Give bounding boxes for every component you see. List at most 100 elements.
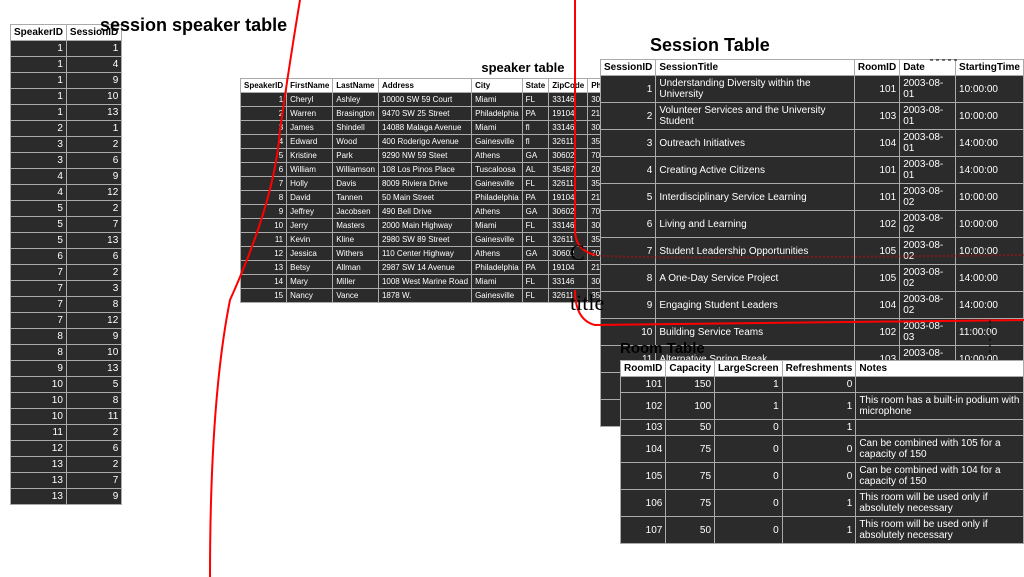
table-cell: 15 bbox=[241, 289, 287, 303]
table-cell: Edward bbox=[287, 135, 333, 149]
table-cell: William bbox=[287, 163, 333, 177]
table-row: 4Creating Active Citizens1012003-08-0114… bbox=[601, 157, 1024, 184]
table-cell: 7 bbox=[11, 281, 67, 297]
table-cell: Kline bbox=[333, 233, 379, 247]
table-cell: 1878 W. bbox=[378, 289, 471, 303]
table-cell: 4 bbox=[11, 185, 67, 201]
table-cell: 5 bbox=[11, 201, 67, 217]
table-cell: 2003-08-01 bbox=[900, 130, 956, 157]
table-cell: 33146 bbox=[549, 93, 588, 107]
room-table: RoomIDCapacityLargeScreenRefreshmentsNot… bbox=[620, 360, 1024, 544]
table-cell: 6 bbox=[601, 211, 656, 238]
table-cell: 14:00:00 bbox=[956, 157, 1024, 184]
table-cell: 6 bbox=[241, 163, 287, 177]
table-cell: 2 bbox=[66, 137, 121, 153]
table-cell: Warren bbox=[287, 107, 333, 121]
table-cell: Allman bbox=[333, 261, 379, 275]
table-cell: 32611 bbox=[549, 177, 588, 191]
table-cell: 9 bbox=[66, 169, 121, 185]
table-cell: Philadelphia bbox=[472, 261, 523, 275]
column-header: Address bbox=[378, 79, 471, 93]
table-cell: Student Leadership Opportunities bbox=[656, 238, 854, 265]
table-cell: 8 bbox=[11, 329, 67, 345]
table-cell: Shindell bbox=[333, 121, 379, 135]
table-cell: 2 bbox=[66, 425, 121, 441]
table-row: 126 bbox=[11, 441, 122, 457]
table-cell: 9290 NW 59 Steet bbox=[378, 149, 471, 163]
table-row: 57 bbox=[11, 217, 122, 233]
table-cell: PA bbox=[522, 107, 549, 121]
table-cell: Athens bbox=[472, 247, 523, 261]
column-header: City bbox=[472, 79, 523, 93]
table-cell: 11 bbox=[241, 233, 287, 247]
table-cell: 5 bbox=[11, 217, 67, 233]
table-cell: 1 bbox=[782, 393, 856, 420]
table-cell: 14:00:00 bbox=[956, 130, 1024, 157]
table-cell: 0 bbox=[715, 436, 783, 463]
table-cell: FL bbox=[522, 93, 549, 107]
session-speaker-table: SpeakerIDSessionID 111419110113213236494… bbox=[10, 24, 122, 505]
table-cell: 2 bbox=[11, 121, 67, 137]
table-cell: Philadelphia bbox=[472, 191, 523, 205]
table-cell: 7 bbox=[11, 297, 67, 313]
session-speaker-title: session speaker table bbox=[100, 15, 300, 36]
table-cell: 14088 Malaga Avenue bbox=[378, 121, 471, 135]
table-cell: Philadelphia bbox=[472, 107, 523, 121]
table-cell: 7 bbox=[601, 238, 656, 265]
table-row: 810 bbox=[11, 345, 122, 361]
table-cell: 13 bbox=[11, 473, 67, 489]
table-cell: Tannen bbox=[333, 191, 379, 205]
table-cell: 10 bbox=[11, 409, 67, 425]
table-cell: PA bbox=[522, 191, 549, 205]
column-header: Date bbox=[900, 60, 956, 76]
table-cell: 103 bbox=[621, 420, 666, 436]
table-cell: 1 bbox=[782, 517, 856, 544]
table-cell: 7 bbox=[241, 177, 287, 191]
room-title: Room Table bbox=[620, 340, 1024, 357]
table-cell: Gainesville bbox=[472, 289, 523, 303]
table-cell: This room has a built-in podium with mic… bbox=[856, 393, 1024, 420]
table-cell: 10 bbox=[11, 377, 67, 393]
table-cell: 50 bbox=[666, 420, 715, 436]
table-cell: Can be combined with 104 for a capacity … bbox=[856, 463, 1024, 490]
table-row: 139 bbox=[11, 489, 122, 505]
column-header: LargeScreen bbox=[715, 361, 783, 377]
table-cell: Miami bbox=[472, 275, 523, 289]
table-cell: 3 bbox=[11, 137, 67, 153]
table-cell: 75 bbox=[666, 490, 715, 517]
table-cell: 11 bbox=[11, 425, 67, 441]
table-cell: 101 bbox=[854, 184, 899, 211]
column-header: ZipCode bbox=[549, 79, 588, 93]
table-row: 1035001 bbox=[621, 420, 1024, 436]
table-row: 8A One-Day Service Project1052003-08-021… bbox=[601, 265, 1024, 292]
table-cell: 10 bbox=[11, 393, 67, 409]
table-cell: 50 Main Street bbox=[378, 191, 471, 205]
table-cell: 13 bbox=[11, 457, 67, 473]
table-cell: 8 bbox=[241, 191, 287, 205]
table-cell: 2 bbox=[241, 107, 287, 121]
table-cell: Kristine bbox=[287, 149, 333, 163]
table-cell: 3 bbox=[66, 281, 121, 297]
table-cell: 490 Bell Drive bbox=[378, 205, 471, 219]
column-header: SpeakerID bbox=[241, 79, 287, 93]
table-cell: 10 bbox=[66, 89, 121, 105]
table-cell: 0 bbox=[782, 463, 856, 490]
table-cell: PA bbox=[522, 261, 549, 275]
table-row: 10210011This room has a built-in podium … bbox=[621, 393, 1024, 420]
table-cell: 2 bbox=[66, 265, 121, 281]
table-cell: 150 bbox=[666, 377, 715, 393]
table-row: 49 bbox=[11, 169, 122, 185]
table-cell bbox=[856, 420, 1024, 436]
table-cell: AL bbox=[522, 163, 549, 177]
table-cell: 5 bbox=[601, 184, 656, 211]
table-cell: 13 bbox=[66, 361, 121, 377]
table-cell: Athens bbox=[472, 149, 523, 163]
table-cell: 6 bbox=[66, 153, 121, 169]
table-cell: 7 bbox=[66, 217, 121, 233]
table-cell: 12 bbox=[66, 313, 121, 329]
table-row: 913 bbox=[11, 361, 122, 377]
table-cell: 75 bbox=[666, 436, 715, 463]
table-cell: 35487 bbox=[549, 163, 588, 177]
table-row: 11 bbox=[11, 41, 122, 57]
table-cell: 8009 Riviera Drive bbox=[378, 177, 471, 191]
